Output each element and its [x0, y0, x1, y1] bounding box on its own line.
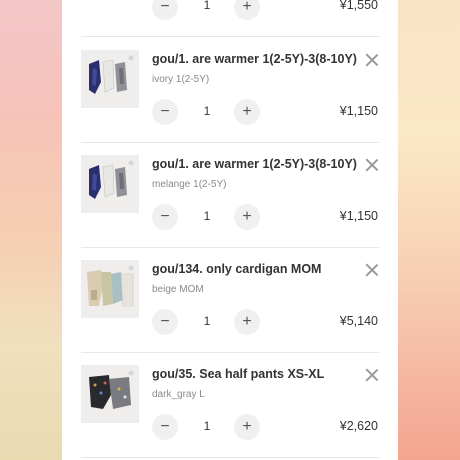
- decrease-quantity-button[interactable]: −: [152, 309, 178, 335]
- cart-panel: − 1 + ¥1,550 gou/1. are warmer 1(2-5Y)-3…: [62, 0, 398, 460]
- product-variant: ivory 1(2-5Y): [152, 74, 210, 85]
- cart-item: gou/134. only cardigan MOM beige MOM − 1…: [62, 248, 398, 353]
- background-left: [0, 0, 62, 460]
- minus-icon: −: [160, 0, 170, 15]
- increase-quantity-button[interactable]: +: [234, 309, 260, 335]
- product-title[interactable]: gou/1. are warmer 1(2-5Y)-3(8-10Y): [152, 157, 362, 171]
- item-price: ¥2,620: [339, 419, 378, 433]
- increase-quantity-button[interactable]: +: [234, 414, 260, 440]
- close-icon[interactable]: [364, 52, 380, 68]
- cart-item: gou/1. are warmer 1(2-5Y)-3(8-10Y) melan…: [62, 143, 398, 248]
- minus-icon: −: [160, 313, 170, 330]
- product-variant: melange 1(2-5Y): [152, 179, 227, 190]
- decrease-quantity-button[interactable]: −: [152, 204, 178, 230]
- plus-icon: +: [242, 208, 252, 225]
- quantity-value: 1: [203, 419, 211, 433]
- product-title[interactable]: gou/134. only cardigan MOM: [152, 262, 362, 276]
- decrease-quantity-button[interactable]: −: [152, 99, 178, 125]
- minus-icon: −: [160, 208, 170, 225]
- minus-icon: −: [160, 418, 170, 435]
- background-right: [398, 0, 460, 460]
- row-divider: [81, 36, 379, 37]
- item-price: ¥1,550: [339, 0, 378, 12]
- quantity-value: 1: [203, 314, 211, 328]
- plus-icon: +: [242, 103, 252, 120]
- product-image[interactable]: [81, 365, 139, 423]
- minus-icon: −: [160, 103, 170, 120]
- decrease-quantity-button[interactable]: −: [152, 414, 178, 440]
- product-title[interactable]: gou/1. are warmer 1(2-5Y)-3(8-10Y): [152, 52, 362, 66]
- item-price: ¥5,140: [339, 314, 378, 328]
- product-variant: dark_gray L: [152, 389, 205, 400]
- cart-item: gou/35. Sea half pants XS-XL dark_gray L…: [62, 353, 398, 458]
- plus-icon: +: [242, 418, 252, 435]
- product-image[interactable]: [81, 260, 139, 318]
- item-price: ¥1,150: [339, 209, 378, 223]
- quantity-value: 1: [203, 209, 211, 223]
- increase-quantity-button[interactable]: +: [234, 99, 260, 125]
- item-price: ¥1,150: [339, 104, 378, 118]
- close-icon[interactable]: [364, 262, 380, 278]
- increase-quantity-button[interactable]: +: [234, 0, 260, 20]
- decrease-quantity-button[interactable]: −: [152, 0, 178, 20]
- increase-quantity-button[interactable]: +: [234, 204, 260, 230]
- plus-icon: +: [242, 0, 252, 15]
- product-title[interactable]: gou/35. Sea half pants XS-XL: [152, 367, 362, 381]
- product-variant: beige MOM: [152, 284, 204, 295]
- plus-icon: +: [242, 313, 252, 330]
- quantity-value: 1: [203, 104, 211, 118]
- product-image[interactable]: [81, 155, 139, 213]
- close-icon[interactable]: [364, 367, 380, 383]
- quantity-value: 1: [203, 0, 211, 12]
- cart-item: − 1 + ¥1,550: [62, 0, 398, 37]
- cart-item: gou/1. are warmer 1(2-5Y)-3(8-10Y) ivory…: [62, 38, 398, 143]
- product-image[interactable]: [81, 50, 139, 108]
- row-divider: [81, 457, 379, 458]
- close-icon[interactable]: [364, 157, 380, 173]
